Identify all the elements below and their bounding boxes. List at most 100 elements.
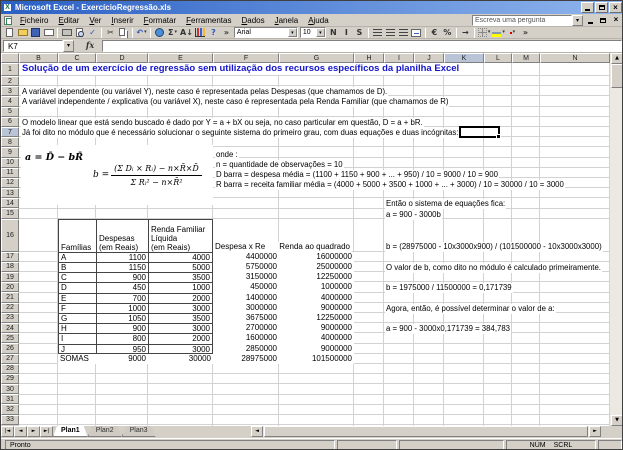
cell-b7[interactable]: Já foi dito no módulo que é necessário s… xyxy=(21,128,459,138)
table-row-b-renda[interactable]: 5000 xyxy=(148,262,213,272)
row-header-16[interactable]: 16 xyxy=(1,219,19,252)
mail-icon[interactable] xyxy=(42,27,55,38)
table-row-c-despesa[interactable]: 900 xyxy=(96,272,148,282)
restore-button[interactable] xyxy=(595,2,608,13)
row-header-3[interactable]: 3 xyxy=(1,86,19,96)
table-row-e-renda[interactable]: 2000 xyxy=(148,293,213,303)
close-button[interactable]: × xyxy=(609,2,622,13)
scroll-right-icon[interactable]: ► xyxy=(589,426,601,437)
tab-scroll-last-icon[interactable]: ►| xyxy=(40,426,53,437)
indent-icon[interactable]: → xyxy=(459,27,472,38)
row-header-6[interactable]: 6 xyxy=(1,117,19,127)
doc-minimize-button[interactable] xyxy=(584,15,596,26)
menu-ver[interactable]: Ver xyxy=(84,14,106,27)
table-totals-renda[interactable]: 30000 xyxy=(148,354,213,364)
column-header-l[interactable]: L xyxy=(484,53,512,63)
row-header-9[interactable]: 9 xyxy=(1,147,19,157)
save-icon[interactable] xyxy=(29,27,42,38)
table-row-f-familia[interactable]: F xyxy=(58,303,96,313)
tab-scroll-next-icon[interactable]: ► xyxy=(27,426,40,437)
sheet-tab-plan1[interactable]: Plan1 xyxy=(53,426,88,437)
table-row-h-despesa[interactable]: 900 xyxy=(96,323,148,333)
percent-icon[interactable]: % xyxy=(441,27,454,38)
table-row-b-despesa[interactable]: 1150 xyxy=(96,262,148,272)
autosum-icon[interactable]: Σ▾ xyxy=(166,27,179,38)
copy-icon[interactable] xyxy=(117,27,130,38)
cell-b4[interactable]: A variável independente / explicativa (o… xyxy=(21,97,449,107)
scroll-left-icon[interactable]: ◄ xyxy=(251,426,263,437)
table-header-familias[interactable]: Famílias xyxy=(58,219,96,252)
table-row-j-quadrado[interactable]: 9000000 xyxy=(279,344,354,354)
table-row-e-produto[interactable]: 1400000 xyxy=(213,293,279,303)
column-header-g[interactable]: G xyxy=(279,53,354,63)
row-header-19[interactable]: 19 xyxy=(1,272,19,282)
table-row-f-quadrado[interactable]: 9000000 xyxy=(279,303,354,313)
table-row-g-produto[interactable]: 3675000 xyxy=(213,313,279,323)
row-header-8[interactable]: 8 xyxy=(1,137,19,147)
more-format-buttons-icon[interactable]: » xyxy=(519,27,532,38)
table-row-h-produto[interactable]: 2700000 xyxy=(213,323,279,333)
table-row-i-despesa[interactable]: 800 xyxy=(96,333,148,343)
table-row-g-renda[interactable]: 3500 xyxy=(148,313,213,323)
table-row-i-produto[interactable]: 1600000 xyxy=(213,333,279,343)
table-row-e-quadrado[interactable]: 4000000 xyxy=(279,293,354,303)
row-header-24[interactable]: 24 xyxy=(1,323,19,333)
row-header-21[interactable]: 21 xyxy=(1,292,19,302)
row-header-25[interactable]: 25 xyxy=(1,333,19,343)
table-row-c-renda[interactable]: 3500 xyxy=(148,272,213,282)
row-header-17[interactable]: 17 xyxy=(1,252,19,262)
cell-d-def[interactable]: D barra = despesa média = (1100 + 1150 +… xyxy=(215,170,499,180)
menu-janela[interactable]: Janela xyxy=(270,14,304,27)
row-header-12[interactable]: 12 xyxy=(1,178,19,188)
table-row-g-familia[interactable]: G xyxy=(58,313,96,323)
font-name-select[interactable]: Arial▾ xyxy=(234,27,298,38)
sheet-grid[interactable]: Solução de um exercício de regressão sem… xyxy=(19,63,610,426)
note-row-16[interactable]: b = (28975000 - 10x3000x900) / (10150000… xyxy=(385,242,603,252)
column-header-k[interactable]: K xyxy=(444,53,484,63)
table-row-d-produto[interactable]: 450000 xyxy=(213,282,279,292)
table-row-h-renda[interactable]: 3000 xyxy=(148,323,213,333)
row-header-18[interactable]: 18 xyxy=(1,262,19,272)
vertical-scroll-thumb[interactable] xyxy=(611,64,623,88)
workbook-icon[interactable] xyxy=(4,16,12,25)
row-header-4[interactable]: 4 xyxy=(1,96,19,106)
cell-b3[interactable]: A variável dependente (ou variável Y), n… xyxy=(21,87,388,97)
row-header-23[interactable]: 23 xyxy=(1,313,19,323)
italic-button[interactable]: I xyxy=(340,27,353,38)
table-row-a-renda[interactable]: 4000 xyxy=(148,252,213,262)
tab-scroll-prev-icon[interactable]: ◄ xyxy=(14,426,27,437)
select-all-corner[interactable] xyxy=(1,53,19,63)
note-row-14[interactable]: Então o sistema de equações fica: xyxy=(385,199,506,209)
column-header-d[interactable]: D xyxy=(96,53,148,63)
row-header-7[interactable]: 7 xyxy=(1,127,19,137)
currency-icon[interactable]: € xyxy=(428,27,441,38)
table-row-g-despesa[interactable]: 1050 xyxy=(96,313,148,323)
table-row-c-produto[interactable]: 3150000 xyxy=(213,272,279,282)
column-header-c[interactable]: C xyxy=(58,53,96,63)
cut-icon[interactable]: ✂ xyxy=(104,27,117,38)
row-header-1[interactable]: 1 xyxy=(1,63,19,76)
borders-icon[interactable]: ▾ xyxy=(477,27,492,38)
table-row-a-familia[interactable]: A xyxy=(58,252,96,262)
table-row-i-renda[interactable]: 2000 xyxy=(148,333,213,343)
row-header-32[interactable]: 32 xyxy=(1,404,19,414)
menu-ajuda[interactable]: Ajuda xyxy=(303,14,333,27)
sheet-tab-plan2[interactable]: Plan2 xyxy=(88,426,122,437)
table-row-i-familia[interactable]: I xyxy=(58,333,96,343)
font-size-select[interactable]: 10▾ xyxy=(300,27,326,38)
table-row-a-produto[interactable]: 4400000 xyxy=(213,252,279,262)
table-row-h-familia[interactable]: H xyxy=(58,323,96,333)
table-row-e-familia[interactable]: E xyxy=(58,293,96,303)
column-header-j[interactable]: J xyxy=(414,53,444,63)
column-header-m[interactable]: M xyxy=(512,53,540,63)
menu-dados[interactable]: Dados xyxy=(236,14,269,27)
align-left-icon[interactable] xyxy=(371,27,384,38)
column-header-n[interactable]: N xyxy=(540,53,610,63)
row-header-13[interactable]: 13 xyxy=(1,188,19,198)
column-header-f[interactable]: F xyxy=(213,53,279,63)
cell-b1-title[interactable]: Solução de um exercício de regressão sem… xyxy=(21,63,460,75)
table-header-despesas[interactable]: Despesas(em Reais) xyxy=(96,219,148,252)
table-row-a-despesa[interactable]: 1100 xyxy=(96,252,148,262)
table-totals-produto[interactable]: 28975000 xyxy=(213,354,279,364)
chart-wizard-icon[interactable] xyxy=(194,27,207,38)
